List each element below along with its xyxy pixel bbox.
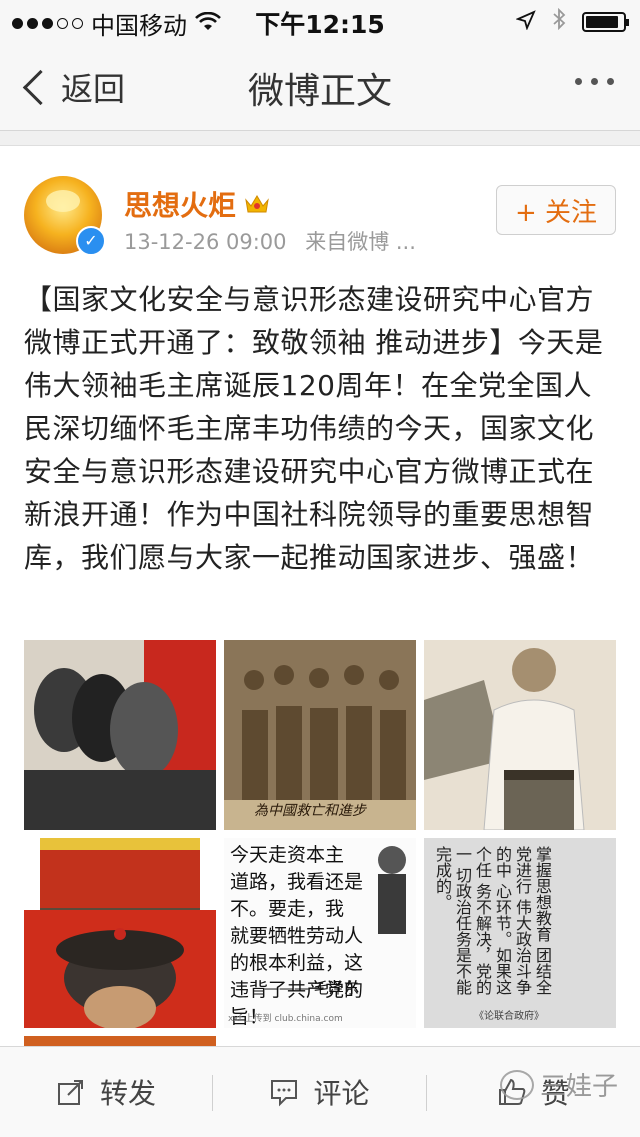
- stone-caption: 《论联合政府》: [474, 1011, 544, 1022]
- bluetooth-icon: [552, 7, 566, 36]
- follow-button[interactable]: + 关注: [496, 185, 616, 235]
- image-quote-poster[interactable]: 今天走资本主 道路，我看还是 不。要走，我 就要牺牲劳动人 的根本利益，这 违背…: [224, 838, 416, 1028]
- avatar[interactable]: ✓: [24, 176, 106, 256]
- repost-icon: [56, 1077, 86, 1107]
- status-bar: 中国移动 下午12:15: [0, 0, 640, 40]
- wechat-icon: [499, 1069, 534, 1100]
- image-stone-inscription[interactable]: 掌握思想教育 团结全党进行 伟大政治斗争的中 心环节。如果这个任 务不解决，党的…: [424, 838, 616, 1028]
- battery-icon: [582, 12, 629, 32]
- comment-label: 评论: [313, 1077, 370, 1110]
- comment-button[interactable]: 评论: [213, 1047, 426, 1137]
- post-body: 【国家文化安全与意识形态建设研究中心官方微博正式开通了：致敬领袖 推动进步】今天…: [24, 283, 604, 574]
- repost-label: 转发: [99, 1077, 156, 1110]
- verified-badge-icon: ✓: [76, 226, 106, 256]
- sun-icon: [46, 190, 80, 212]
- page-title: 微博正文: [247, 71, 392, 112]
- poster-quote-text: 今天走资本主 道路，我看还是 不。要走，我 就要牺牲劳动人 的根本利益，这 违背…: [230, 844, 364, 1028]
- post-source: 来自微博 ...: [305, 230, 416, 254]
- location-arrow-icon: [515, 8, 536, 36]
- repost-button[interactable]: 转发: [0, 1047, 212, 1137]
- more-options-icon[interactable]: [575, 78, 614, 85]
- image-portrait-photo[interactable]: [424, 640, 616, 830]
- navigation-bar: 返回 微博正文: [0, 40, 640, 131]
- watermark-label: 三娃子: [539, 1072, 618, 1102]
- status-right: [515, 7, 629, 36]
- watermark: 三娃子: [499, 1066, 618, 1103]
- section-divider: [0, 131, 640, 146]
- image-portraits[interactable]: [24, 640, 216, 830]
- post-timestamp: 13-12-26 09:00: [124, 230, 287, 254]
- post-author[interactable]: 思想火炬: [124, 184, 270, 224]
- poster-source: xxf 上传到 club.china.com: [228, 1014, 343, 1024]
- poster-signature: ——— 毛泽东: [264, 979, 359, 997]
- post-meta: 13-12-26 09:00 来自微博 ...: [124, 226, 428, 256]
- crown-icon: [244, 192, 270, 216]
- stone-inscription-text: 掌握思想教育 团结全党进行 伟大政治斗争的中 心环节。如果这个任 务不解决，党的…: [433, 846, 552, 996]
- username-label: 思想火炬: [124, 189, 237, 222]
- comment-icon: [269, 1077, 299, 1107]
- image-statues[interactable]: 為中國救亡和進步: [224, 640, 416, 830]
- image-meeting-hall[interactable]: [24, 838, 216, 1028]
- statue-caption: 為中國救亡和進步: [254, 803, 366, 819]
